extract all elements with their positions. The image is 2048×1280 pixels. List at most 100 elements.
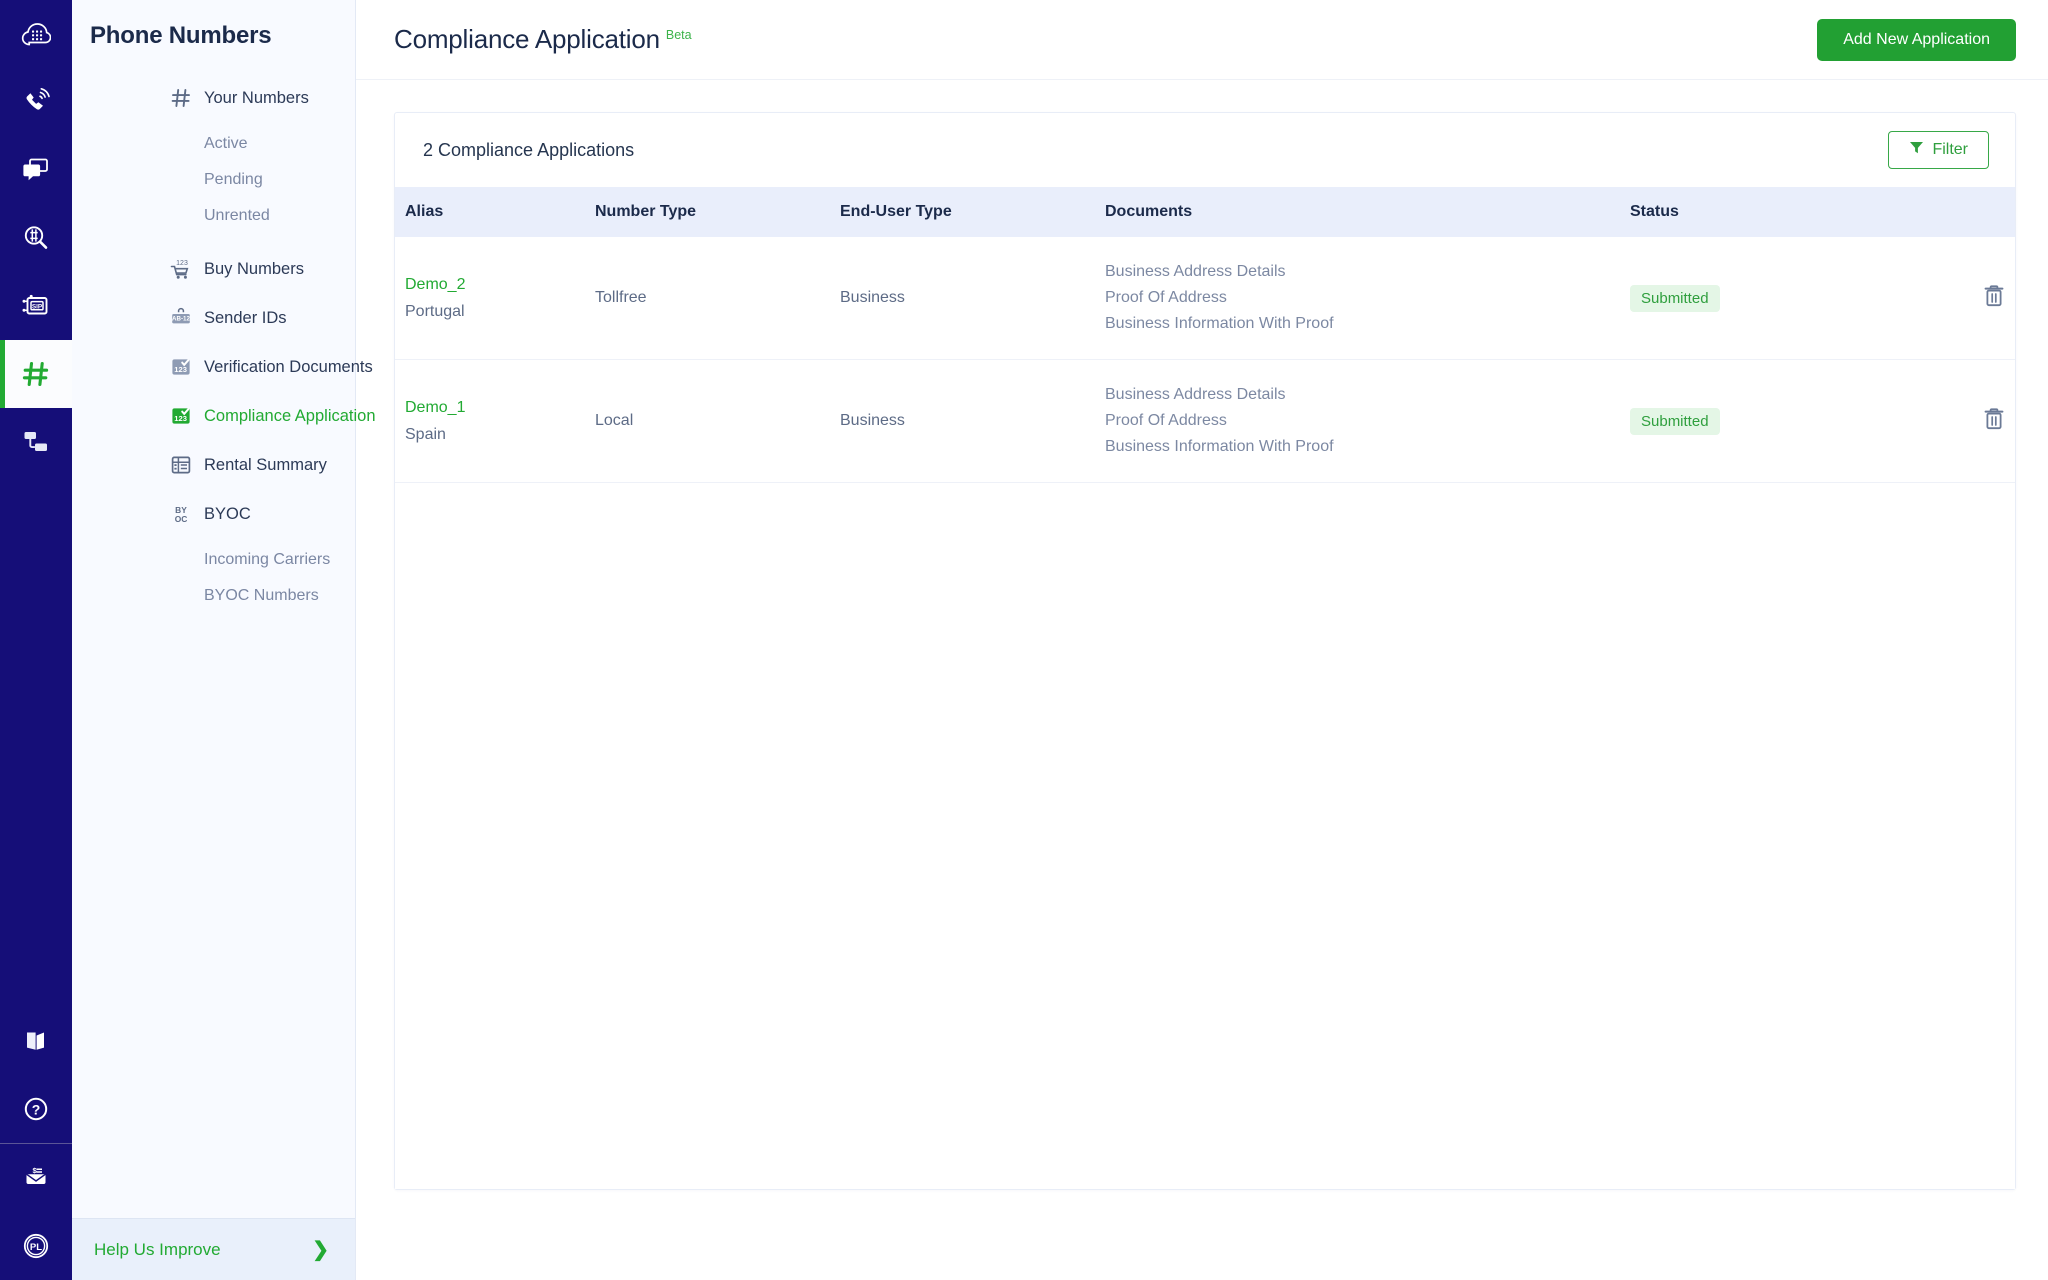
help-us-improve-label: Help Us Improve — [94, 1240, 221, 1260]
table-header-row: Alias Number Type End-User Type Document… — [395, 187, 2015, 237]
chat-messages-icon — [21, 156, 51, 184]
cell-documents: Business Address Details Proof Of Addres… — [1095, 360, 1620, 483]
sidebar-item-buy-numbers[interactable]: 123 Buy Numbers — [72, 251, 355, 287]
cloud-phone-icon — [21, 21, 51, 47]
status-badge: Submitted — [1630, 285, 1720, 312]
sip-trunk-icon: SIP — [21, 292, 51, 320]
sidebar-subitem-incoming-carriers[interactable]: Incoming Carriers — [72, 545, 355, 575]
document-item: Proof Of Address — [1105, 408, 1610, 434]
chevron-right-icon: ❯ — [312, 1240, 329, 1260]
trash-icon — [1983, 296, 2005, 311]
sidebar-item-label: Verification Documents — [168, 358, 373, 377]
cell-alias: Demo_2 Portugal — [395, 237, 585, 360]
icon-rail-bottom-group: ? $ — [0, 1007, 72, 1280]
card-header: 2 Compliance Applications Filter — [395, 113, 2015, 187]
cell-actions — [1940, 237, 2015, 360]
sidebar-subitem-unrented[interactable]: Unrented — [72, 201, 355, 231]
column-header-actions — [1940, 187, 2015, 237]
applications-count-title: 2 Compliance Applications — [423, 140, 634, 161]
document-item: Business Information With Proof — [1105, 434, 1610, 460]
svg-text:PL: PL — [30, 1242, 42, 1253]
page-title: Compliance Application — [394, 24, 660, 55]
sidebar-subitem-label: Unrented — [204, 207, 270, 225]
column-header-alias: Alias — [395, 187, 585, 237]
sidebar-item-sender-ids[interactable]: AB-12 Sender IDs — [72, 300, 355, 336]
table-row[interactable]: Demo_2 Portugal Tollfree Business Busine… — [395, 237, 2015, 360]
list-table-icon — [168, 452, 194, 478]
beta-badge: Beta — [666, 28, 692, 42]
sidebar-subitem-label: Pending — [204, 171, 263, 189]
sidebar-item-compliance-application[interactable]: 123 Compliance Application — [72, 398, 355, 434]
svg-text:$: $ — [33, 1166, 38, 1175]
status-badge: Submitted — [1630, 408, 1720, 435]
table-body: Demo_2 Portugal Tollfree Business Busine… — [395, 237, 2015, 483]
phone-call-icon — [21, 87, 51, 117]
rail-item-billing[interactable]: $ — [0, 1144, 72, 1212]
svg-text:?: ? — [32, 1101, 41, 1117]
svg-text:AB-12: AB-12 — [172, 316, 190, 323]
rail-item-messaging[interactable] — [0, 136, 72, 204]
alias-link[interactable]: Demo_2 — [405, 276, 575, 294]
column-header-number-type: Number Type — [585, 187, 830, 237]
cell-actions — [1940, 360, 2015, 483]
flow-builder-icon — [21, 428, 51, 456]
page-topbar: Compliance Application Beta Add New Appl… — [356, 0, 2048, 80]
applications-card: 2 Compliance Applications Filter Ali — [394, 112, 2016, 1190]
icon-rail-top-group: SIP — [0, 0, 72, 476]
number-lookup-icon — [21, 223, 51, 253]
rail-item-number-lookup[interactable] — [0, 204, 72, 272]
cell-documents: Business Address Details Proof Of Addres… — [1095, 237, 1620, 360]
rail-item-flows[interactable] — [0, 408, 72, 476]
sidebar-nav: Your Numbers Active Pending Unrented 123 — [72, 50, 355, 617]
byoc-text-icon: BY OC — [168, 501, 194, 527]
svg-text:123: 123 — [176, 260, 188, 267]
rail-item-voice[interactable] — [0, 68, 72, 136]
delete-application-button[interactable] — [1983, 407, 2005, 431]
sidebar-subitem-active[interactable]: Active — [72, 129, 355, 159]
sidebar-subitem-label: BYOC Numbers — [204, 587, 319, 605]
document-item: Business Address Details — [1105, 259, 1610, 285]
sidebar-item-byoc[interactable]: BY OC BYOC — [72, 496, 355, 532]
sidebar-subitem-pending[interactable]: Pending — [72, 165, 355, 195]
rail-item-cloud-phone[interactable] — [0, 0, 72, 68]
applications-table: Alias Number Type End-User Type Document… — [395, 187, 2015, 483]
rail-item-account[interactable]: PL — [0, 1212, 72, 1280]
hash-icon — [168, 85, 194, 111]
alias-country: Spain — [405, 426, 575, 444]
rail-item-help[interactable]: ? — [0, 1075, 72, 1143]
table-row[interactable]: Demo_1 Spain Local Business Business Add… — [395, 360, 2015, 483]
sidebar-item-your-numbers[interactable]: Your Numbers — [72, 80, 355, 116]
sender-id-badge-icon: AB-12 — [168, 305, 194, 331]
sidebar-item-verification-documents[interactable]: 123 Verification Documents — [72, 349, 355, 385]
add-new-application-button[interactable]: Add New Application — [1817, 19, 2016, 61]
filter-funnel-icon — [1909, 140, 1924, 160]
alias-link[interactable]: Demo_1 — [405, 399, 575, 417]
cell-end-user-type: Business — [830, 237, 1095, 360]
trash-icon — [1983, 419, 2005, 434]
sidebar-item-rental-summary[interactable]: Rental Summary — [72, 447, 355, 483]
icon-rail: SIP — [0, 0, 72, 1280]
cell-status: Submitted — [1620, 237, 1940, 360]
rail-item-sip-trunking[interactable]: SIP — [0, 272, 72, 340]
sidebar-item-label: Compliance Application — [168, 407, 376, 426]
help-us-improve-bar[interactable]: Help Us Improve ❯ — [72, 1218, 355, 1280]
document-item: Business Address Details — [1105, 382, 1610, 408]
table-empty-space — [395, 483, 2015, 1189]
secondary-sidebar: Phone Numbers Your Numbers Active Pendin… — [72, 0, 356, 1280]
sidebar-subitem-byoc-numbers[interactable]: BYOC Numbers — [72, 581, 355, 611]
cell-number-type: Tollfree — [585, 237, 830, 360]
cell-number-type: Local — [585, 360, 830, 483]
delete-application-button[interactable] — [1983, 284, 2005, 308]
svg-text:123: 123 — [174, 365, 187, 374]
nav-spacer — [72, 237, 355, 251]
filter-button[interactable]: Filter — [1888, 131, 1989, 169]
table-head: Alias Number Type End-User Type Document… — [395, 187, 2015, 237]
cell-alias: Demo_1 Spain — [395, 360, 585, 483]
rail-item-documentation[interactable] — [0, 1007, 72, 1075]
sidebar-subitem-label: Active — [204, 135, 248, 153]
rail-item-phone-numbers[interactable] — [0, 340, 72, 408]
document-item: Proof Of Address — [1105, 285, 1610, 311]
cart-123-icon: 123 — [168, 256, 194, 282]
verify-123-icon: 123 — [168, 354, 194, 380]
page-content: 2 Compliance Applications Filter Ali — [356, 80, 2048, 1280]
